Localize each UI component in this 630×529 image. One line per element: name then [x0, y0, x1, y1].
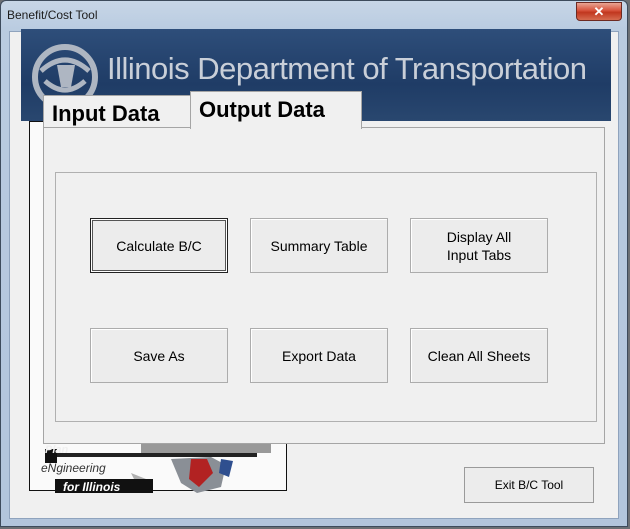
summary-table-button[interactable]: Summary Table [250, 218, 388, 273]
calculate-bc-label: Calculate B/C [116, 237, 202, 254]
calculate-bc-button[interactable]: Calculate B/C [90, 218, 228, 273]
clean-all-sheets-label: Clean All Sheets [427, 347, 531, 364]
export-data-label: Export Data [282, 347, 356, 364]
agency-name: Illinois Department of Transportation [107, 51, 587, 86]
close-icon: ✕ [593, 4, 605, 19]
logo-text-for-illinois: for Illinois [63, 480, 121, 494]
exit-bc-tool-button[interactable]: Exit B/C Tool [464, 467, 594, 503]
title-bar[interactable]: Benefit/Cost Tool ✕ [1, 1, 627, 31]
summary-table-label: Summary Table [270, 237, 368, 254]
display-all-label-line2: Input Tabs [446, 246, 512, 263]
tab-input-data[interactable]: Input Data [43, 95, 193, 129]
app-window: Benefit/Cost Tool ✕ Illinois Department … [0, 0, 628, 527]
logo-text-engineering: eNgineering [41, 461, 106, 475]
save-as-label: Save As [133, 347, 185, 364]
button-frame [55, 172, 597, 422]
clean-all-sheets-button[interactable]: Clean All Sheets [410, 328, 548, 383]
close-button[interactable]: ✕ [576, 2, 622, 21]
exit-bc-tool-label: Exit B/C Tool [494, 478, 564, 492]
display-all-label-line1: Display All [446, 228, 512, 245]
display-all-input-tabs-button[interactable]: Display All Input Tabs [410, 218, 548, 273]
save-as-button[interactable]: Save As [90, 328, 228, 383]
logo-text-plan: Plan [45, 444, 69, 456]
export-data-button[interactable]: Export Data [250, 328, 388, 383]
output-data-panel: Calculate B/C Summary Table Display All … [43, 127, 605, 444]
tab-output-data[interactable]: Output Data [190, 91, 362, 129]
window-title: Benefit/Cost Tool [7, 8, 98, 22]
